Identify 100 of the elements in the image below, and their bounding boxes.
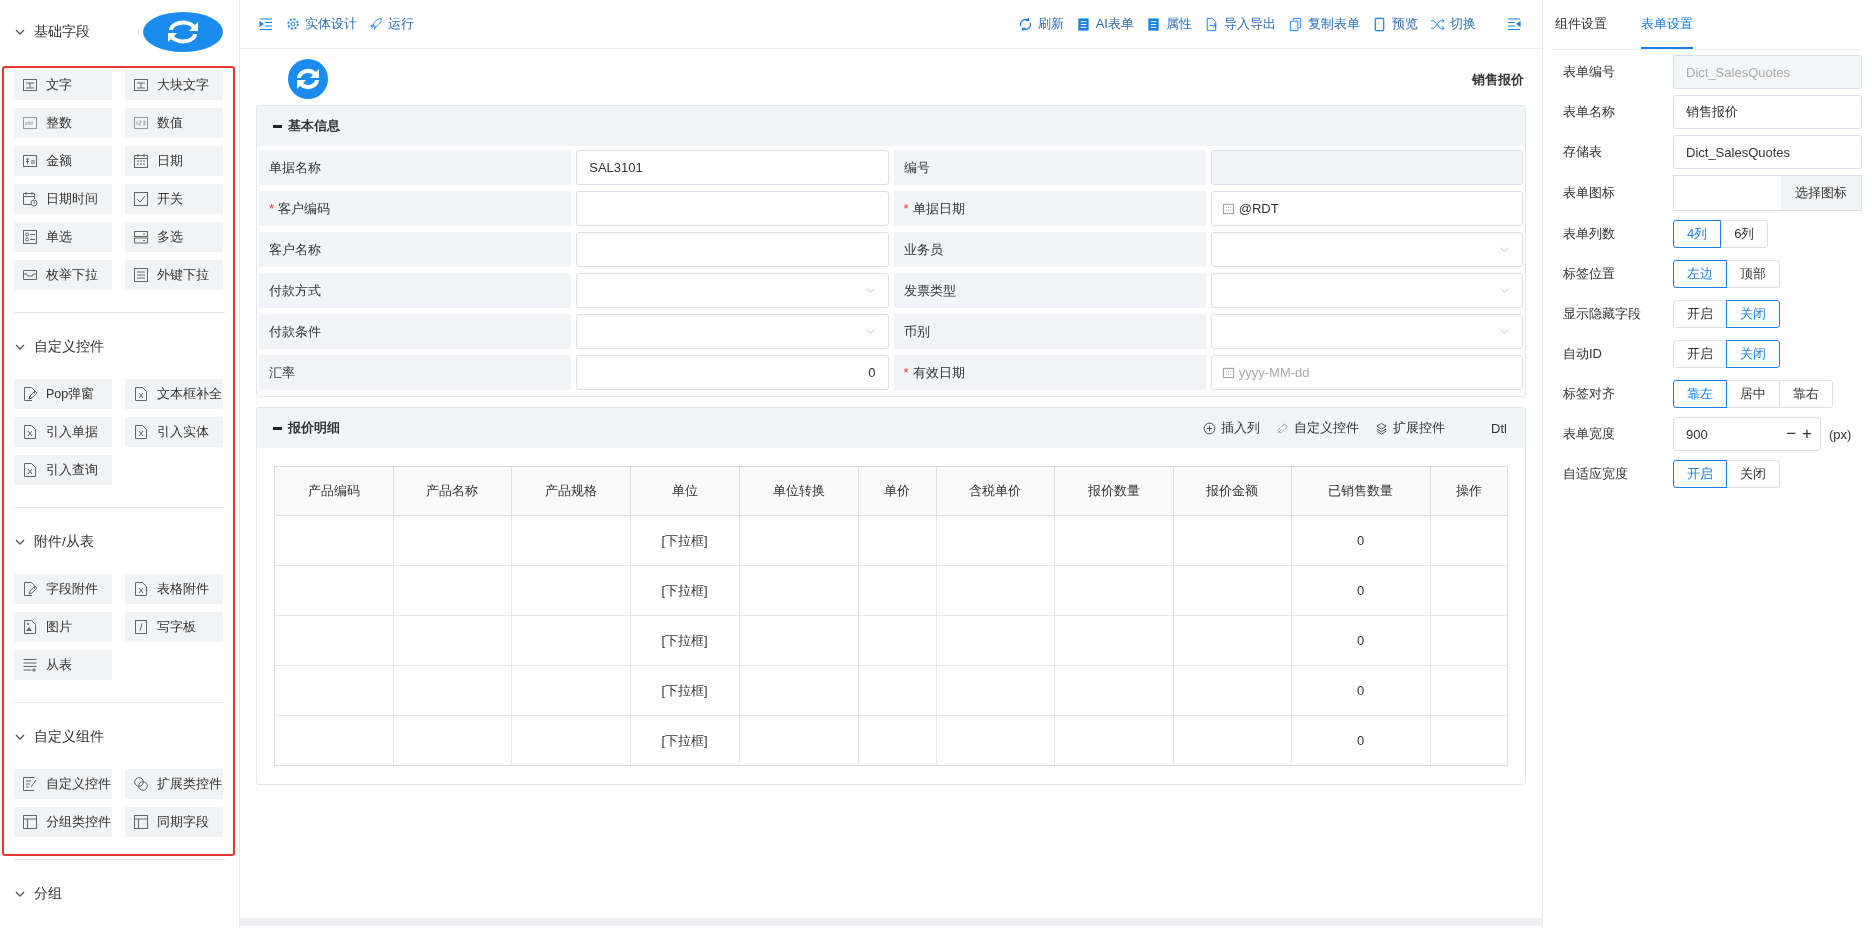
group-title[interactable]: 自定义组件 — [34, 728, 104, 746]
toolbar-button[interactable]: 属性 — [1146, 15, 1192, 33]
choose-icon-button[interactable]: 选择图标 — [1781, 176, 1861, 210]
date-field[interactable]: @RDT — [1210, 191, 1523, 226]
plus-circle-icon — [1203, 421, 1217, 435]
field-type-item[interactable]: 日期时间 — [14, 184, 112, 214]
group-title[interactable]: 附件/从表 — [34, 533, 94, 551]
segment-option[interactable]: 靠右 — [1779, 380, 1833, 408]
field-type-item[interactable]: 开关 — [125, 184, 223, 214]
calendar-icon — [133, 153, 149, 169]
segment-option[interactable]: 6列 — [1720, 220, 1769, 248]
field-type-item[interactable]: 日期 — [125, 146, 223, 176]
field-type-item[interactable]: 表格附件 — [125, 574, 223, 604]
field-type-item[interactable]: 文字 — [14, 70, 112, 100]
dropdown-field[interactable] — [1210, 273, 1523, 308]
field-type-item[interactable]: 扩展类控件 — [125, 769, 223, 799]
segment-option[interactable]: 关闭 — [1726, 340, 1780, 368]
field-type-label: 枚举下拉 — [46, 266, 98, 284]
menu-icon[interactable] — [1506, 16, 1522, 32]
toolbar-button[interactable]: 实体设计 — [286, 15, 357, 33]
field-type-label: 分组类控件 — [46, 813, 111, 831]
toolbar-button[interactable]: 运行 — [369, 15, 414, 33]
dropdown-field[interactable] — [576, 273, 889, 308]
refresh-icon — [1017, 16, 1033, 32]
toolbar-button[interactable]: 导入导出 — [1204, 15, 1276, 33]
field-type-item[interactable]: 大块文字 — [125, 70, 223, 100]
group-title[interactable]: 自定义控件 — [34, 338, 104, 356]
field-type-label: 日期时间 — [46, 190, 98, 208]
segment-option[interactable]: 开启 — [1673, 300, 1727, 328]
action-button[interactable]: 扩展控件 — [1375, 419, 1446, 437]
action-button[interactable]: 插入列 — [1203, 419, 1261, 437]
segment-option[interactable]: 靠左 — [1673, 380, 1727, 408]
group-title[interactable]: 基础字段 — [34, 23, 90, 41]
field-type-item[interactable]: 从表 — [14, 650, 112, 680]
collapse-icon[interactable] — [273, 124, 282, 128]
input-field[interactable]: 0 — [576, 355, 889, 390]
menu-icon[interactable] — [258, 16, 274, 32]
horizontal-scrollbar[interactable] — [240, 918, 1542, 926]
segment-option[interactable]: 关闭 — [1726, 460, 1780, 488]
plus-button[interactable]: + — [1802, 424, 1812, 444]
segment-option[interactable]: 开启 — [1673, 460, 1727, 488]
toolbar-button[interactable]: 切换 — [1430, 15, 1476, 33]
minus-button[interactable]: − — [1786, 424, 1797, 444]
toolbar-button[interactable]: AI表单 — [1075, 15, 1134, 33]
field-type-item[interactable]: 引入单据 — [14, 417, 112, 447]
input-field[interactable] — [576, 232, 889, 267]
segment-option[interactable]: 关闭 — [1726, 300, 1780, 328]
italic-box-icon — [133, 619, 149, 635]
field-type-item[interactable]: 图片 — [14, 612, 112, 642]
chevron-down-icon — [1499, 244, 1510, 255]
settings-tab[interactable]: 表单设置 — [1641, 0, 1693, 49]
number-field[interactable]: 900 − + — [1673, 417, 1821, 451]
settings-tab[interactable]: 组件设置 — [1555, 0, 1607, 49]
field-type-label: 外键下拉 — [157, 266, 209, 284]
field-type-item[interactable]: 单选 — [14, 222, 112, 252]
dropdown-field[interactable] — [1210, 232, 1523, 267]
icon-picker-field[interactable]: 选择图标 — [1673, 175, 1862, 211]
segment-option[interactable]: 开启 — [1673, 340, 1727, 368]
column-header: 报价数量 — [1054, 467, 1173, 516]
segment-option[interactable]: 左边 — [1673, 260, 1727, 288]
field-type-label: 文字 — [46, 76, 72, 94]
required-mark: * — [903, 365, 909, 380]
segment-option[interactable]: 4列 — [1673, 220, 1722, 248]
field-type-item[interactable]: Pop弹窗 — [14, 379, 112, 409]
field-type-item[interactable]: 枚举下拉 — [14, 260, 112, 290]
field-type-item[interactable]: 引入实体 — [125, 417, 223, 447]
input-field[interactable] — [576, 191, 889, 226]
tray-icon — [22, 267, 38, 283]
input-field[interactable]: Dict_SalesQuotes — [1673, 135, 1862, 169]
column-header: 操作 — [1430, 467, 1507, 516]
field-type-item[interactable]: 分组类控件 — [14, 807, 112, 837]
toolbar-button[interactable]: 刷新 — [1017, 15, 1064, 33]
field-type-item[interactable]: 字段附件 — [14, 574, 112, 604]
field-type-item[interactable]: 数值 — [125, 108, 223, 138]
field-type-item[interactable]: 外键下拉 — [125, 260, 223, 290]
list-box-icon — [133, 267, 149, 283]
field-type-item[interactable]: 写字板 — [125, 612, 223, 642]
field-type-item[interactable]: 金额 — [14, 146, 112, 176]
field-type-item[interactable]: 自定义控件 — [14, 769, 112, 799]
money-box-icon — [22, 153, 38, 169]
segment-option[interactable]: 顶部 — [1726, 260, 1780, 288]
field-type-item[interactable]: 引入查询 — [14, 455, 112, 485]
dropdown-field[interactable] — [1210, 314, 1523, 349]
field-type-item[interactable]: 多选 — [125, 222, 223, 252]
toolbar-button[interactable]: 预览 — [1372, 15, 1418, 33]
toolbar-button[interactable]: 复制表单 — [1288, 15, 1360, 33]
input-field[interactable]: 销售报价 — [1673, 95, 1862, 129]
numeric-box-icon — [133, 115, 149, 131]
dropdown-field[interactable] — [576, 314, 889, 349]
collapse-icon[interactable] — [273, 426, 282, 430]
setting-label: 标签对齐 — [1563, 385, 1616, 403]
field-type-item[interactable]: 同期字段 — [125, 807, 223, 837]
label-text: 币别 — [903, 322, 930, 341]
action-button[interactable]: 自定义控件 — [1276, 419, 1360, 437]
segment-option[interactable]: 居中 — [1726, 380, 1780, 408]
field-type-item[interactable]: 整数 — [14, 108, 112, 138]
setting-label: 自适应宽度 — [1563, 465, 1629, 483]
group-title[interactable]: 分组 — [34, 885, 62, 903]
input-field[interactable]: SAL3101 — [576, 150, 889, 185]
field-type-item[interactable]: 文本框补全 — [125, 379, 223, 409]
